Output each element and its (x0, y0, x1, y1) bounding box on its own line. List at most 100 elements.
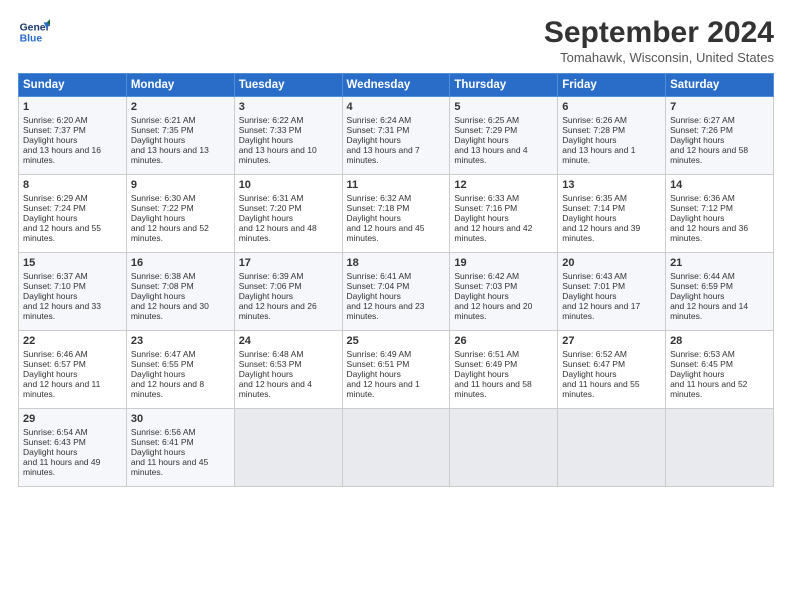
daylight-value: and 12 hours and 39 minutes. (562, 223, 640, 243)
day-number: 16 (131, 257, 230, 269)
sunrise-label: Sunrise: 6:32 AM (347, 193, 412, 203)
sunset-label: Sunset: 7:01 PM (562, 281, 625, 291)
daylight-value: and 11 hours and 55 minutes. (562, 379, 639, 399)
daylight-label: Daylight hours (454, 135, 508, 145)
table-row: 17 Sunrise: 6:39 AM Sunset: 7:06 PM Dayl… (234, 253, 342, 331)
sunrise-label: Sunrise: 6:25 AM (454, 115, 519, 125)
daylight-value: and 12 hours and 23 minutes. (347, 301, 425, 321)
table-row: 12 Sunrise: 6:33 AM Sunset: 7:16 PM Dayl… (450, 175, 558, 253)
daylight-value: and 12 hours and 36 minutes. (670, 223, 748, 243)
table-row: 11 Sunrise: 6:32 AM Sunset: 7:18 PM Dayl… (342, 175, 450, 253)
table-row: 8 Sunrise: 6:29 AM Sunset: 7:24 PM Dayli… (19, 175, 127, 253)
daylight-value: and 12 hours and 4 minutes. (239, 379, 312, 399)
daylight-label: Daylight hours (347, 291, 401, 301)
daylight-value: and 12 hours and 48 minutes. (239, 223, 317, 243)
sunrise-label: Sunrise: 6:33 AM (454, 193, 519, 203)
daylight-label: Daylight hours (562, 135, 616, 145)
daylight-label: Daylight hours (131, 369, 185, 379)
sunset-label: Sunset: 7:35 PM (131, 125, 194, 135)
sunrise-label: Sunrise: 6:21 AM (131, 115, 196, 125)
sunrise-label: Sunrise: 6:41 AM (347, 271, 412, 281)
table-row: 22 Sunrise: 6:46 AM Sunset: 6:57 PM Dayl… (19, 331, 127, 409)
day-number: 3 (239, 101, 338, 113)
table-row (450, 409, 558, 487)
table-row: 27 Sunrise: 6:52 AM Sunset: 6:47 PM Dayl… (558, 331, 666, 409)
sunset-label: Sunset: 6:59 PM (670, 281, 733, 291)
table-row: 19 Sunrise: 6:42 AM Sunset: 7:03 PM Dayl… (450, 253, 558, 331)
daylight-value: and 12 hours and 55 minutes. (23, 223, 101, 243)
day-number: 13 (562, 179, 661, 191)
sunset-label: Sunset: 7:37 PM (23, 125, 86, 135)
sunrise-label: Sunrise: 6:26 AM (562, 115, 627, 125)
daylight-value: and 12 hours and 26 minutes. (239, 301, 317, 321)
table-row: 15 Sunrise: 6:37 AM Sunset: 7:10 PM Dayl… (19, 253, 127, 331)
daylight-label: Daylight hours (347, 135, 401, 145)
day-number: 6 (562, 101, 661, 113)
daylight-label: Daylight hours (670, 369, 724, 379)
table-row: 7 Sunrise: 6:27 AM Sunset: 7:26 PM Dayli… (666, 97, 774, 175)
sunset-label: Sunset: 6:47 PM (562, 359, 625, 369)
day-number: 20 (562, 257, 661, 269)
daylight-label: Daylight hours (23, 447, 77, 457)
sunrise-label: Sunrise: 6:31 AM (239, 193, 304, 203)
daylight-value: and 12 hours and 8 minutes. (131, 379, 204, 399)
col-wednesday: Wednesday (342, 74, 450, 97)
daylight-label: Daylight hours (670, 213, 724, 223)
sunset-label: Sunset: 7:24 PM (23, 203, 86, 213)
sunset-label: Sunset: 7:33 PM (239, 125, 302, 135)
day-number: 10 (239, 179, 338, 191)
table-row: 3 Sunrise: 6:22 AM Sunset: 7:33 PM Dayli… (234, 97, 342, 175)
sunrise-label: Sunrise: 6:37 AM (23, 271, 88, 281)
daylight-value: and 11 hours and 49 minutes. (23, 457, 100, 477)
day-number: 8 (23, 179, 122, 191)
col-sunday: Sunday (19, 74, 127, 97)
sunrise-label: Sunrise: 6:24 AM (347, 115, 412, 125)
daylight-label: Daylight hours (562, 213, 616, 223)
day-number: 4 (347, 101, 446, 113)
col-saturday: Saturday (666, 74, 774, 97)
svg-text:Blue: Blue (20, 34, 43, 45)
day-number: 21 (670, 257, 769, 269)
daylight-label: Daylight hours (131, 291, 185, 301)
day-number: 24 (239, 335, 338, 347)
sunrise-label: Sunrise: 6:52 AM (562, 349, 627, 359)
sunrise-label: Sunrise: 6:35 AM (562, 193, 627, 203)
daylight-value: and 13 hours and 13 minutes. (131, 145, 209, 165)
daylight-label: Daylight hours (23, 291, 77, 301)
day-number: 22 (23, 335, 122, 347)
day-number: 26 (454, 335, 553, 347)
day-number: 11 (347, 179, 446, 191)
daylight-value: and 12 hours and 42 minutes. (454, 223, 532, 243)
sunset-label: Sunset: 6:41 PM (131, 437, 194, 447)
header: General Blue September 2024 Tomahawk, Wi… (18, 16, 774, 65)
daylight-label: Daylight hours (347, 369, 401, 379)
sunset-label: Sunset: 7:20 PM (239, 203, 302, 213)
col-friday: Friday (558, 74, 666, 97)
col-monday: Monday (126, 74, 234, 97)
sunrise-label: Sunrise: 6:20 AM (23, 115, 88, 125)
daylight-label: Daylight hours (562, 291, 616, 301)
sunrise-label: Sunrise: 6:29 AM (23, 193, 88, 203)
daylight-value: and 12 hours and 30 minutes. (131, 301, 209, 321)
table-row (234, 409, 342, 487)
daylight-value: and 13 hours and 10 minutes. (239, 145, 317, 165)
table-row: 1 Sunrise: 6:20 AM Sunset: 7:37 PM Dayli… (19, 97, 127, 175)
table-row: 5 Sunrise: 6:25 AM Sunset: 7:29 PM Dayli… (450, 97, 558, 175)
day-number: 25 (347, 335, 446, 347)
sunset-label: Sunset: 7:04 PM (347, 281, 410, 291)
daylight-label: Daylight hours (670, 135, 724, 145)
day-number: 1 (23, 101, 122, 113)
week-row-1: 1 Sunrise: 6:20 AM Sunset: 7:37 PM Dayli… (19, 97, 774, 175)
sunset-label: Sunset: 7:14 PM (562, 203, 625, 213)
daylight-label: Daylight hours (23, 135, 77, 145)
day-number: 5 (454, 101, 553, 113)
sunrise-label: Sunrise: 6:39 AM (239, 271, 304, 281)
sunrise-label: Sunrise: 6:36 AM (670, 193, 735, 203)
table-row: 10 Sunrise: 6:31 AM Sunset: 7:20 PM Dayl… (234, 175, 342, 253)
logo: General Blue (18, 16, 50, 48)
week-row-2: 8 Sunrise: 6:29 AM Sunset: 7:24 PM Dayli… (19, 175, 774, 253)
table-row: 25 Sunrise: 6:49 AM Sunset: 6:51 PM Dayl… (342, 331, 450, 409)
sunset-label: Sunset: 7:08 PM (131, 281, 194, 291)
week-row-3: 15 Sunrise: 6:37 AM Sunset: 7:10 PM Dayl… (19, 253, 774, 331)
sunset-label: Sunset: 7:12 PM (670, 203, 733, 213)
